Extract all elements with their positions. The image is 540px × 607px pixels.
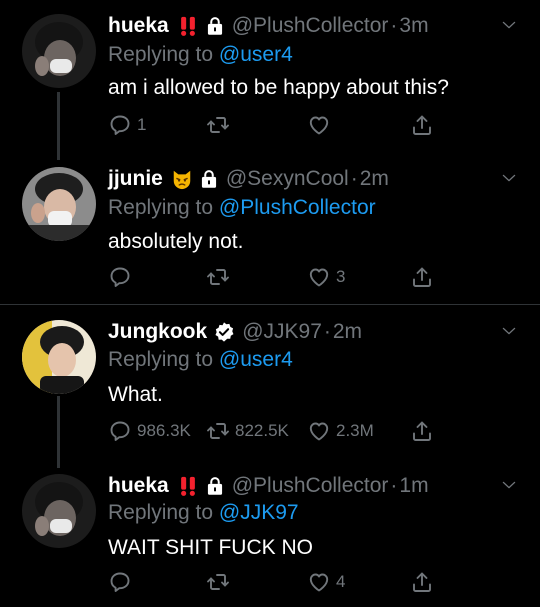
tweet-actions: 3 (108, 265, 438, 291)
timestamp[interactable]: 2m (333, 320, 362, 344)
double-exclamation-icon (177, 15, 199, 37)
share-icon (410, 113, 434, 137)
timestamp[interactable]: 2m (360, 167, 389, 191)
tweet-header: hueka @PlushCollector · 3m (108, 12, 429, 40)
reply-button[interactable] (108, 570, 137, 594)
retweet-icon (206, 265, 230, 289)
like-icon (307, 113, 331, 137)
share-button[interactable] (410, 265, 434, 289)
replying-to: Replying to @user4 (108, 348, 293, 372)
reply-icon (108, 570, 132, 594)
chevron-down-icon[interactable] (500, 322, 518, 340)
retweet-icon (206, 419, 230, 443)
mention-link[interactable]: @PlushCollector (219, 196, 376, 219)
like-button[interactable] (307, 113, 336, 137)
username[interactable]: @PlushCollector (232, 474, 389, 498)
replying-to-label: Replying to (108, 196, 214, 219)
tweet-actions: 4 (108, 570, 438, 596)
double-exclamation-icon (177, 475, 199, 497)
reply-icon (108, 419, 132, 443)
retweet-count: 822.5K (235, 421, 289, 440)
retweet-button[interactable]: 822.5K (206, 419, 289, 443)
share-icon (410, 570, 434, 594)
tweet[interactable]: jjunie @SexynCool · 2m Replying to @Plus… (0, 165, 540, 300)
replying-to-label: Replying to (108, 348, 214, 371)
like-button[interactable]: 4 (307, 570, 345, 594)
like-button[interactable]: 3 (307, 265, 345, 289)
reply-count: 1 (137, 115, 147, 134)
tweet-text: absolutely not. (108, 230, 244, 253)
separator-dot: · (390, 14, 398, 37)
tweet[interactable]: hueka @PlushCollector · 3m Replying to @… (0, 12, 540, 152)
share-icon (410, 419, 434, 443)
replying-to-label: Replying to (108, 501, 214, 524)
chevron-down-icon[interactable] (500, 169, 518, 187)
tweet-header: hueka @PlushCollector · 1m (108, 472, 429, 500)
retweet-icon (206, 113, 230, 137)
timestamp[interactable]: 3m (399, 14, 428, 38)
username[interactable]: @PlushCollector (232, 14, 389, 38)
like-icon (307, 570, 331, 594)
like-count: 4 (336, 572, 346, 591)
avatar[interactable] (22, 14, 96, 88)
username[interactable]: @SexynCool (226, 167, 349, 191)
share-button[interactable] (410, 570, 434, 594)
retweet-button[interactable] (206, 570, 235, 594)
pouting-cat-icon (171, 168, 193, 190)
lock-icon (205, 16, 225, 36)
lock-icon (199, 169, 219, 189)
mention-link[interactable]: @user4 (219, 43, 293, 66)
reply-button[interactable] (108, 265, 137, 289)
username[interactable]: @JJK97 (242, 320, 322, 344)
replying-to: Replying to @PlushCollector (108, 196, 376, 220)
tweet[interactable]: hueka @PlushCollector · 1m Replying to @… (0, 472, 540, 602)
replying-to: Replying to @JJK97 (108, 501, 299, 525)
tweet-actions: 986.3K 822.5K 2.3M (108, 419, 438, 445)
share-button[interactable] (410, 113, 434, 137)
chevron-down-icon[interactable] (500, 476, 518, 494)
tweet[interactable]: Jungkook @JJK97 · 2m Replying to @user4 … (0, 318, 540, 453)
retweet-icon (206, 570, 230, 594)
tweet-header: jjunie @SexynCool · 2m (108, 165, 389, 193)
retweet-button[interactable] (206, 113, 235, 137)
tweet-header: Jungkook @JJK97 · 2m (108, 318, 362, 346)
reply-button[interactable]: 986.3K (108, 419, 191, 443)
reply-icon (108, 265, 132, 289)
display-name[interactable]: hueka (108, 474, 169, 498)
like-icon (307, 265, 331, 289)
mention-link[interactable]: @JJK97 (219, 501, 299, 524)
mention-link[interactable]: @user4 (219, 348, 293, 371)
display-name[interactable]: hueka (108, 14, 169, 38)
display-name[interactable]: jjunie (108, 167, 163, 191)
like-count: 2.3M (336, 421, 374, 440)
replying-to: Replying to @user4 (108, 43, 293, 67)
share-icon (410, 265, 434, 289)
verified-icon (213, 321, 235, 343)
display-name[interactable]: Jungkook (108, 320, 207, 344)
share-button[interactable] (410, 419, 434, 443)
chevron-down-icon[interactable] (500, 16, 518, 34)
lock-icon (205, 476, 225, 496)
like-icon (307, 419, 331, 443)
avatar[interactable] (22, 474, 96, 548)
separator-dot: · (350, 167, 358, 190)
avatar[interactable] (22, 320, 96, 394)
retweet-button[interactable] (206, 265, 235, 289)
replying-to-label: Replying to (108, 43, 214, 66)
reply-icon (108, 113, 132, 137)
like-count: 3 (336, 267, 346, 286)
tweet-text: am i allowed to be happy about this? (108, 76, 449, 99)
reply-button[interactable]: 1 (108, 113, 146, 137)
timestamp[interactable]: 1m (399, 474, 428, 498)
avatar[interactable] (22, 167, 96, 241)
tweet-text: What. (108, 383, 163, 406)
divider (0, 304, 540, 305)
tweet-actions: 1 (108, 113, 438, 139)
like-button[interactable]: 2.3M (307, 419, 374, 443)
separator-dot: · (390, 474, 398, 497)
separator-dot: · (323, 320, 331, 343)
reply-count: 986.3K (137, 421, 191, 440)
tweet-text: WAIT SHIT FUCK NO (108, 536, 313, 559)
